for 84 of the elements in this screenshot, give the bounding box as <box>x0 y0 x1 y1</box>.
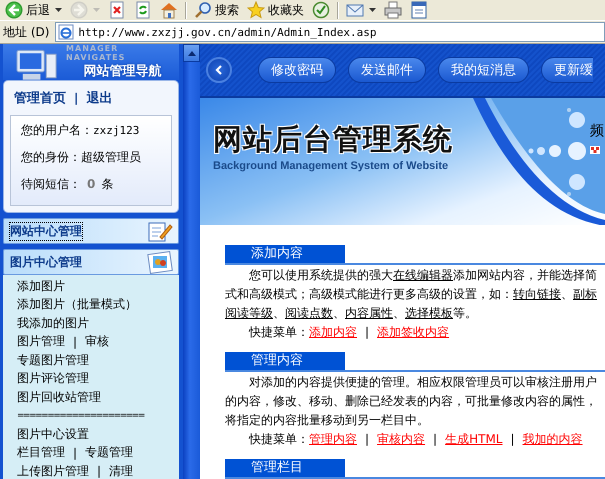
paragraph-text: 式和高级模式；高级模式能进行更多高级的设置，如：转向链接、副标 <box>225 286 598 303</box>
quick-link[interactable]: 我加的内容 <box>522 430 583 449</box>
menu-link[interactable]: 图片管理 <box>17 333 65 350</box>
menu-link[interactable]: 图片中心设置 <box>17 426 89 443</box>
text-link[interactable]: 阅读点数 <box>285 306 333 320</box>
paragraph-text: 将指定的内容批量移动到另一栏目中。 <box>225 412 430 429</box>
menu-link[interactable]: 栏目管理 <box>17 444 65 462</box>
menu-link[interactable]: 添加图片 <box>17 278 65 295</box>
link-separator: | <box>73 334 78 349</box>
scrollbar[interactable] <box>183 44 200 479</box>
link-separator: | <box>365 431 370 448</box>
menu-link[interactable]: 添加图片（批量模式） <box>17 296 137 314</box>
up-arrow-icon <box>188 50 196 56</box>
nav-button[interactable]: 我的短消息 <box>438 56 529 83</box>
info-value: 0 <box>87 177 96 191</box>
info-value: zxzj123 <box>93 124 140 137</box>
quick-link[interactable]: 生成HTML <box>445 430 502 449</box>
link-separator: | <box>73 446 78 460</box>
side-heading: 频 <box>590 122 604 140</box>
text-link[interactable]: 阅读等级 <box>225 306 273 320</box>
divider-text: ===================== <box>17 410 144 421</box>
photo-icon <box>146 250 174 274</box>
info-label: 待阅短信： <box>21 176 81 193</box>
nav-button[interactable]: 修改密码 <box>258 56 336 83</box>
menu-link[interactable]: 专题管理 <box>85 444 134 462</box>
link-separator: | <box>365 324 370 341</box>
text-link[interactable]: 转向链接 <box>513 287 561 301</box>
menu-link[interactable]: 图片评论管理 <box>17 370 89 388</box>
link-separator: | <box>74 91 78 105</box>
paragraph-text: 阅读等级、阅读点数、内容属性、选择模板等。 <box>225 305 478 322</box>
text-link[interactable]: 内容属性 <box>345 306 393 320</box>
system-title: 网站后台管理系统 <box>213 120 453 158</box>
info-label: 您的身份： <box>21 149 81 166</box>
menu-link[interactable]: 清理 <box>109 462 134 479</box>
quick-link[interactable]: 管理内容 <box>309 430 357 449</box>
quick-link[interactable]: 添加签收内容 <box>377 323 450 342</box>
text-link[interactable]: 选择模板 <box>405 306 453 320</box>
nav-title: 网站管理导航 <box>84 62 162 80</box>
text-link[interactable]: 在线编辑器 <box>393 268 453 282</box>
quick-menu-label: 快捷菜单： <box>249 324 309 341</box>
menu-link[interactable]: 图片回收站管理 <box>17 388 101 406</box>
nav-link[interactable]: 管理首页 <box>14 89 66 107</box>
browser-page-icon <box>58 24 74 40</box>
link-separator: | <box>510 431 515 448</box>
link-separator: | <box>97 464 102 478</box>
back-button[interactable] <box>206 56 232 83</box>
menu-group-header[interactable]: 图片中心管理 <box>3 249 179 275</box>
link-separator: | <box>433 431 438 448</box>
section-header: 管理内容 <box>225 352 345 370</box>
paragraph-text: 您可以使用系统提供的强大在线编辑器添加网站内容，并能选择简 <box>248 267 598 284</box>
system-subtitle: Background Management System of Website <box>213 160 450 172</box>
paragraph-text: 的内容，修改、移动、删除已经发表的内容，可批量修改内容的属性， <box>225 393 598 410</box>
dropdown-caret-icon <box>93 8 100 12</box>
nav-button[interactable]: 更新缓 <box>541 56 593 83</box>
nav-button[interactable]: 发送邮件 <box>348 56 426 83</box>
search-icon <box>194 1 212 19</box>
menu-link[interactable]: 审核 <box>85 333 110 350</box>
menu-link[interactable]: 专题图片管理 <box>17 352 89 369</box>
menu-link[interactable]: 上传图片管理 <box>17 462 89 479</box>
star-icon <box>247 1 265 19</box>
text-link[interactable]: 副标 <box>573 287 597 301</box>
info-label: 您的用户名： <box>21 122 93 139</box>
quick-link[interactable]: 审核内容 <box>377 430 426 449</box>
dropdown-caret-icon <box>55 8 62 12</box>
scroll-up-button[interactable] <box>183 44 200 62</box>
section-header: 添加内容 <box>225 245 345 263</box>
menu-group-header[interactable]: 网站中心管理 <box>3 218 179 244</box>
address-label: 地址 (D) <box>2 24 50 40</box>
back-button[interactable]: 后退 <box>2 0 65 20</box>
menu-link[interactable]: 我添加的图片 <box>17 314 89 332</box>
info-value: 超级管理员 <box>81 149 141 166</box>
search-button[interactable]: 搜索 <box>191 0 242 20</box>
paragraph-text: 对添加的内容提供便捷的管理。相应权限管理员可以审核注册用户 <box>248 374 598 391</box>
info-unit: 条 <box>101 176 114 193</box>
chevron-left-icon <box>215 64 223 75</box>
address-field[interactable]: http://www.zxzjj.gov.cn/admin/Admin_Index.asp <box>55 22 605 42</box>
nav-subtitle: MANAGER NAVIGATES <box>66 44 126 62</box>
quick-menu-label: 快捷菜单： <box>249 431 309 448</box>
forward-arrow-icon <box>70 1 88 19</box>
dropdown-caret-icon <box>369 8 376 12</box>
section-header: 管理栏目 <box>225 459 345 477</box>
nav-link[interactable]: 退出 <box>86 89 112 107</box>
favorites-button[interactable]: 收藏夹 <box>244 0 307 20</box>
quick-link[interactable]: 添加内容 <box>309 323 357 342</box>
